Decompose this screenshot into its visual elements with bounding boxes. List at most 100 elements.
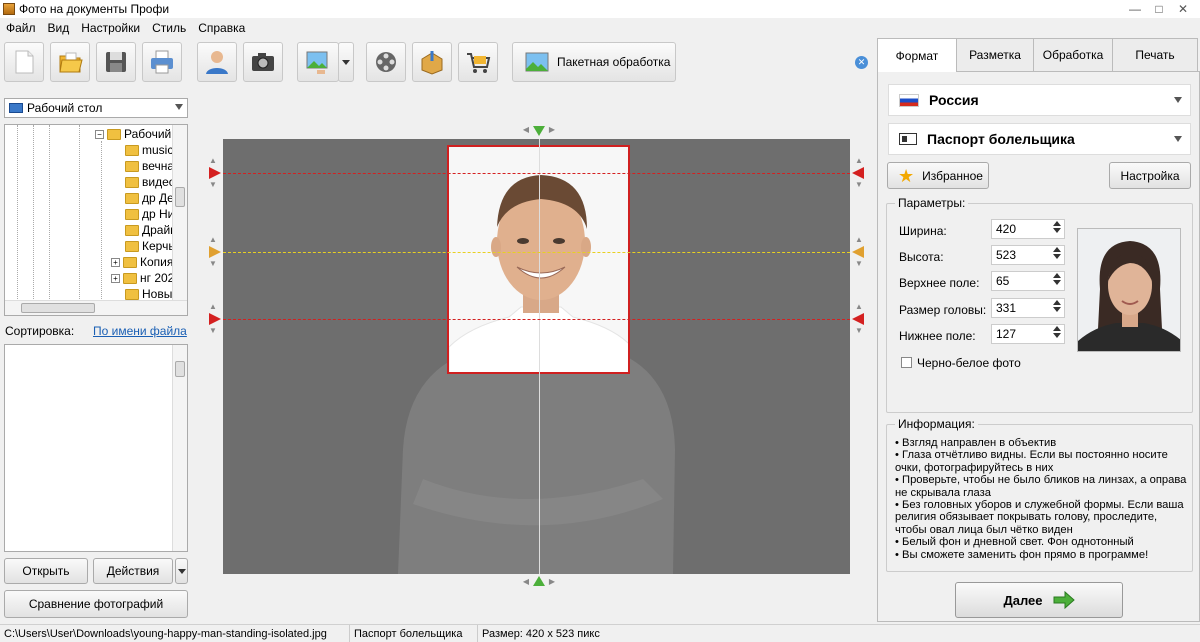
menu-help[interactable]: Справка: [192, 21, 251, 35]
collapse-icon[interactable]: −: [95, 129, 104, 139]
tree-item-root[interactable]: − Рабочий: [95, 126, 171, 142]
tab-format[interactable]: Формат: [877, 38, 957, 72]
spinner-arrows[interactable]: [1053, 326, 1061, 338]
tree-item[interactable]: вечна: [125, 158, 174, 174]
up-arrow-icon: ▲: [209, 156, 217, 165]
up-arrow-icon: ▲: [209, 235, 217, 244]
title-bar: Фото на документы Профи — □ ✕: [0, 0, 1200, 18]
tree-horizontal-scrollbar[interactable]: [5, 300, 187, 315]
next-button[interactable]: Далее: [955, 582, 1123, 618]
camera-button[interactable]: [243, 42, 283, 82]
bottom-margin-spinner[interactable]: 127: [991, 324, 1065, 344]
down-arrow-icon: ▼: [209, 326, 217, 335]
close-icon[interactable]: ✕: [1172, 0, 1194, 18]
maximize-icon[interactable]: □: [1148, 0, 1170, 18]
spinner-arrows[interactable]: [1053, 247, 1061, 259]
tree-guide: [49, 125, 50, 303]
photo-canvas[interactable]: [223, 139, 850, 574]
sort-by-link[interactable]: По имени файла: [93, 324, 187, 338]
actions-dropdown[interactable]: [175, 558, 188, 584]
film-icon: [376, 52, 396, 72]
expand-icon[interactable]: +: [111, 257, 120, 267]
tree-item[interactable]: др Ни: [125, 206, 174, 222]
file-list[interactable]: [4, 344, 188, 552]
tree-item[interactable]: music: [125, 142, 173, 158]
compare-photos-button[interactable]: Сравнение фотографий: [4, 590, 188, 618]
status-path: C:\Users\User\Downloads\young-happy-man-…: [0, 624, 350, 642]
folder-icon: [125, 240, 139, 252]
top-center-handle[interactable]: [533, 126, 545, 136]
order-button[interactable]: [458, 42, 498, 82]
tab-processing[interactable]: Обработка: [1033, 38, 1113, 71]
tree-item[interactable]: Драйв: [125, 222, 177, 238]
tab-print[interactable]: Печать: [1112, 38, 1198, 71]
eye-guide-line[interactable]: [223, 252, 850, 253]
file-list-scrollbar[interactable]: [172, 345, 187, 551]
height-spinner[interactable]: 523: [991, 245, 1065, 265]
tab-layout[interactable]: Разметка: [956, 38, 1034, 71]
menu-view[interactable]: Вид: [42, 21, 76, 35]
open-button[interactable]: Открыть: [4, 558, 88, 584]
top-margin-spinner[interactable]: 65: [991, 271, 1065, 291]
bottom-center-handle[interactable]: [533, 576, 545, 586]
scroll-thumb[interactable]: [175, 361, 185, 377]
favorites-button[interactable]: ★ Избранное: [887, 162, 989, 189]
open-button[interactable]: [50, 42, 90, 82]
country-select[interactable]: Россия: [888, 84, 1191, 116]
bw-checkbox[interactable]: [901, 357, 912, 368]
spinner-arrows[interactable]: [1053, 221, 1061, 233]
spinner-arrows[interactable]: [1053, 273, 1061, 285]
status-document: Паспорт болельщика: [350, 624, 478, 642]
close-panel-icon[interactable]: ✕: [855, 56, 868, 69]
app-window: Фото на документы Профи — □ ✕ Файл Вид Н…: [0, 0, 1200, 642]
tree-item[interactable]: видео: [125, 174, 175, 190]
head-size-spinner[interactable]: 331: [991, 298, 1065, 318]
eye-guide-handle-left[interactable]: [209, 246, 221, 258]
image-edit-dropdown[interactable]: [338, 42, 354, 82]
chin-guide-line[interactable]: [223, 319, 850, 320]
upload-button[interactable]: [412, 42, 452, 82]
location-select[interactable]: Рабочий стол: [4, 98, 188, 118]
down-arrow-icon: ▼: [855, 180, 863, 189]
top-margin-label: Верхнее поле:: [899, 276, 980, 290]
print-button[interactable]: [142, 42, 182, 82]
status-size: Размер: 420 x 523 пикс: [482, 627, 600, 640]
actions-button[interactable]: Действия: [93, 558, 173, 584]
tree-item[interactable]: др Де: [125, 190, 174, 206]
spinner-arrows[interactable]: [1053, 300, 1061, 312]
tree-item[interactable]: Керчь: [125, 238, 175, 254]
info-item: • Вы сможете заменить фон прямо в програ…: [895, 548, 1149, 561]
eye-guide-handle-right[interactable]: [852, 246, 864, 258]
expand-icon[interactable]: +: [111, 273, 120, 283]
top-guide-handle-right[interactable]: [852, 167, 864, 179]
menu-file[interactable]: Файл: [0, 21, 42, 35]
save-button[interactable]: [96, 42, 136, 82]
user-photo-button[interactable]: [197, 42, 237, 82]
top-guide-line[interactable]: [223, 173, 850, 174]
document-value: Паспорт болельщика: [927, 131, 1075, 147]
scroll-thumb[interactable]: [175, 187, 185, 207]
minimize-icon[interactable]: —: [1124, 0, 1146, 18]
menu-style[interactable]: Стиль: [146, 21, 192, 35]
tree-item-label: нг 202: [140, 271, 175, 285]
chin-guide-handle-left[interactable]: [209, 313, 221, 325]
chin-guide-handle-right[interactable]: [852, 313, 864, 325]
tree-vertical-scrollbar[interactable]: [172, 125, 187, 315]
menu-settings[interactable]: Настройки: [75, 21, 146, 35]
top-guide-handle-left[interactable]: [209, 167, 221, 179]
image-edit-button[interactable]: [297, 42, 339, 82]
top-margin-value: 65: [996, 274, 1010, 288]
scroll-thumb[interactable]: [21, 303, 95, 313]
width-spinner[interactable]: 420: [991, 219, 1065, 239]
batch-processing-button[interactable]: Пакетная обработка: [512, 42, 676, 82]
chevron-down-icon: [1174, 97, 1182, 103]
tree-item-label: Копия: [140, 255, 174, 269]
new-button[interactable]: [4, 42, 44, 82]
document-select[interactable]: Паспорт болельщика: [888, 123, 1191, 155]
tree-item-label: вечна: [142, 159, 175, 173]
folder-tree[interactable]: − Рабочий music вечна видео др Де др Ни …: [4, 124, 188, 316]
tree-item[interactable]: + нг 202: [111, 270, 174, 286]
tree-item[interactable]: + Копия: [111, 254, 173, 270]
video-button[interactable]: [366, 42, 406, 82]
settings-button[interactable]: Настройка: [1109, 162, 1191, 189]
